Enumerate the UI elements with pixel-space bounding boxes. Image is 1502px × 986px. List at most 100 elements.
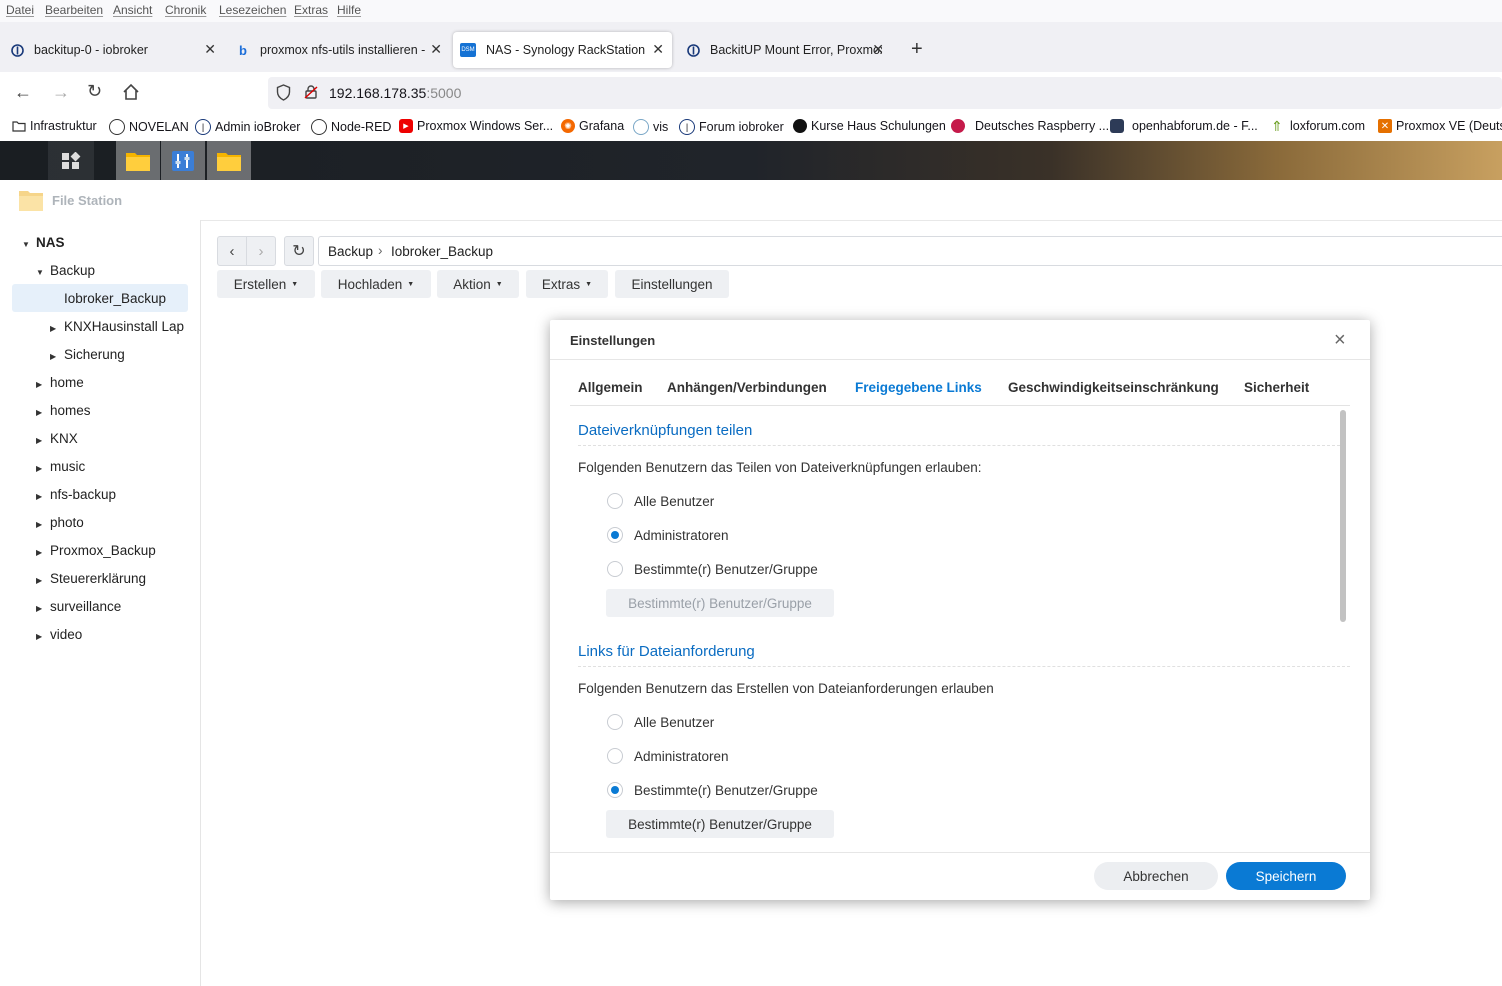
tree-item-nfs-backup[interactable]: ▶ nfs-backup [36,487,116,502]
breadcrumb-iobroker-backup[interactable]: Iobroker_Backup [391,244,493,259]
tree-item-proxmox-backup[interactable]: ▶ Proxmox_Backup [36,543,156,558]
tab-allgemein[interactable]: Allgemein [578,380,643,395]
url-text[interactable]: 192.168.178.35:5000 [329,85,461,101]
taskbar-filestation-2-button[interactable] [207,141,251,180]
bookmark-novelan[interactable]: NOVELAN [109,119,189,135]
radio-share-administratoren[interactable] [607,527,623,543]
bookmark-kurse-haus[interactable]: Kurse Haus Schulungen [793,119,946,133]
browser-tab-backitup[interactable]: backitup-0 - iobroker ✕ [0,32,224,68]
path-breadcrumb[interactable]: Backup › Iobroker_Backup [318,236,1502,266]
browser-tab-backitup-mount[interactable]: BackitUP Mount Error, Proxmox ✕ [676,32,892,68]
grafana-icon: ✺ [561,119,575,133]
radio-share-administratoren-label[interactable]: Administratoren [634,528,729,543]
radio-request-bestimmte[interactable] [607,782,623,798]
back-arrow-icon[interactable]: ← [14,82,32,103]
close-tab-icon[interactable]: ✕ [204,41,216,58]
close-tab-icon[interactable]: ✕ [430,41,442,58]
refresh-button[interactable]: ↻ [284,236,314,266]
bookmark-grafana[interactable]: ✺ Grafana [561,119,624,133]
hochladen-button[interactable]: Hochladen ▼ [321,270,431,298]
caret-right-icon: ▶ [36,492,43,501]
bookmark-infrastruktur[interactable]: Infrastruktur [12,119,97,133]
bookmark-vis[interactable]: vis [633,119,668,135]
bookmark-deutsches-raspberry[interactable]: Deutsches Raspberry ... [951,119,1109,133]
tree-item-surveillance[interactable]: ▶ surveillance [36,599,121,614]
bookmarks-bar: Infrastruktur NOVELAN | Admin ioBroker No… [0,112,1502,142]
browser-tab-nas-synology[interactable]: DSM NAS - Synology RackStation ✕ [453,32,672,68]
forward-button[interactable]: › [246,236,276,266]
radio-share-bestimmte[interactable] [607,561,623,577]
tab-geschwindigkeitseinschraenkung[interactable]: Geschwindigkeitseinschränkung [1008,380,1219,395]
radio-share-bestimmte-label[interactable]: Bestimmte(r) Benutzer/Gruppe [634,562,818,577]
radio-share-alle-benutzer[interactable] [607,493,623,509]
tree-item-nas[interactable]: ▼ NAS [22,235,65,250]
caret-right-icon: ▶ [50,324,57,333]
bookmark-proxmox-windows[interactable]: ▶ Proxmox Windows Ser... [399,119,553,133]
tree-item-video[interactable]: ▶ video [36,627,82,642]
forward-arrow-icon[interactable]: → [52,82,70,103]
close-tab-icon[interactable]: ✕ [652,41,664,58]
chevron-left-icon: ‹ [229,242,235,260]
einstellungen-button[interactable]: Einstellungen [615,270,729,298]
caret-right-icon: ▶ [36,548,43,557]
folder-icon [12,119,26,133]
bookmark-loxforum[interactable]: ⇑ loxforum.com [1270,118,1365,134]
radio-request-administratoren[interactable] [607,748,623,764]
dialog-scrollbar[interactable] [1340,410,1346,622]
tab-anhaengen-verbindungen[interactable]: Anhängen/Verbindungen [667,380,827,395]
tree-item-iobroker-backup[interactable]: Iobroker_Backup [12,284,188,312]
radio-request-alle-benutzer-label[interactable]: Alle Benutzer [634,715,714,730]
back-button[interactable]: ‹ [217,236,247,266]
bookmark-proxmox-ve[interactable]: ✕Proxmox VE (Deutsch) [1378,119,1502,133]
raspberry-icon [951,119,965,133]
section2-description: Folgenden Benutzern das Erstellen von Da… [578,681,994,696]
request-select-users-button[interactable]: Bestimmte(r) Benutzer/Gruppe [606,810,834,838]
menu-lesezeichen[interactable]: Lesezeichen [219,3,286,17]
bookmark-admin-iobroker[interactable]: | Admin ioBroker [195,119,300,135]
menu-ansicht[interactable]: Ansicht [113,3,152,17]
tree-item-photo[interactable]: ▶ photo [36,515,84,530]
browser-tab-proxmox-nfs[interactable]: b proxmox nfs-utils installieren - ✕ [226,32,450,68]
save-button[interactable]: Speichern [1226,862,1346,890]
tree-item-music[interactable]: ▶ music [36,459,85,474]
menu-datei[interactable]: Datei [6,3,34,17]
caret-right-icon: ▶ [36,604,43,613]
aktion-button[interactable]: Aktion ▼ [437,270,519,298]
menu-hilfe[interactable]: Hilfe [337,3,361,17]
close-tab-icon[interactable]: ✕ [872,41,884,58]
radio-request-bestimmte-label[interactable]: Bestimmte(r) Benutzer/Gruppe [634,783,818,798]
taskbar-control-panel-button[interactable] [161,141,205,180]
home-icon[interactable] [122,83,140,104]
radio-share-alle-benutzer-label[interactable]: Alle Benutzer [634,494,714,509]
extras-button[interactable]: Extras ▼ [526,270,608,298]
reload-icon[interactable]: ↻ [87,81,102,102]
tab-sicherheit[interactable]: Sicherheit [1244,380,1309,395]
main-menu-button[interactable] [48,141,94,180]
menu-extras[interactable]: Extras [294,3,328,17]
menu-bearbeiten[interactable]: Bearbeiten [45,3,103,17]
radio-request-administratoren-label[interactable]: Administratoren [634,749,729,764]
tab-freigegebene-links[interactable]: Freigegebene Links [855,380,982,395]
menu-chronik[interactable]: Chronik [165,3,206,17]
new-tab-button[interactable]: + [911,38,923,61]
tree-item-steuererklaerung[interactable]: ▶ Steuererklärung [36,571,146,586]
tree-item-home[interactable]: ▶ home [36,375,84,390]
radio-request-alle-benutzer[interactable] [607,714,623,730]
close-icon[interactable]: × [1334,329,1346,352]
insecure-lock-icon[interactable] [303,84,319,103]
cancel-button[interactable]: Abbrechen [1094,862,1218,890]
breadcrumb-separator-icon: › [378,243,383,258]
breadcrumb-backup[interactable]: Backup [328,244,373,259]
shield-icon[interactable] [276,84,291,104]
taskbar-filestation-button[interactable] [116,141,160,180]
tree-item-homes[interactable]: ▶ homes [36,403,91,418]
tree-item-knxhausinstall[interactable]: ▶ KNXHausinstall Lap [50,319,184,334]
erstellen-button[interactable]: Erstellen ▼ [217,270,315,298]
tree-item-sicherung[interactable]: ▶ Sicherung [50,347,125,362]
tree-item-backup[interactable]: ▼ Backup [36,263,95,278]
share-select-users-button[interactable]: Bestimmte(r) Benutzer/Gruppe [606,589,834,617]
tree-item-knx[interactable]: ▶ KNX [36,431,78,446]
bookmark-node-red[interactable]: Node-RED [311,119,391,135]
bookmark-forum-iobroker[interactable]: | Forum iobroker [679,119,784,135]
bookmark-openhabforum[interactable]: openhabforum.de - F... [1110,119,1258,133]
